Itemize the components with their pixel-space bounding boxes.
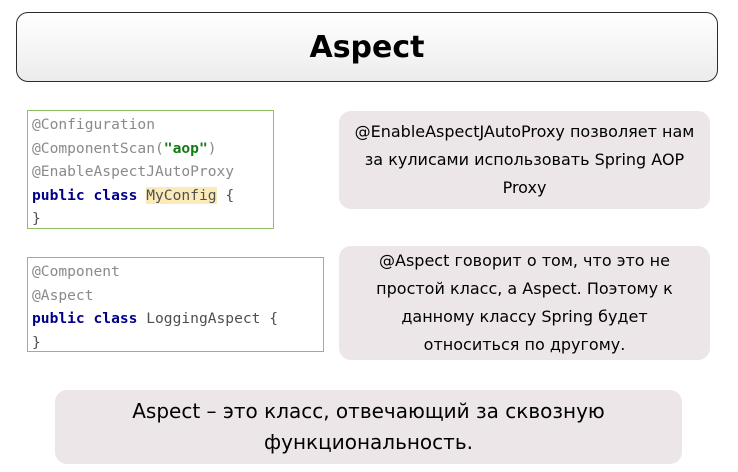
component-scan-close: ) <box>207 139 217 157</box>
page-title: Aspect <box>309 29 425 65</box>
code-line-component: @Component <box>32 263 120 280</box>
aspect-code-snippet: @Component @Aspect public class LoggingA… <box>27 257 324 352</box>
note-aspect-definition-text: Aspect – это класс, отвечающий за сквозн… <box>132 399 605 454</box>
aspect-class-name: LoggingAspect { <box>137 310 279 327</box>
class-keyword: public class <box>32 186 138 204</box>
note-enable-proxy: @EnableAspectJAutoProxy позволяет нам за… <box>339 111 710 209</box>
class-open-brace: { <box>216 186 235 204</box>
component-scan-package: "aop" <box>163 139 208 157</box>
note-enable-proxy-text: @EnableAspectJAutoProxy позволяет нам за… <box>354 122 695 197</box>
class-name-highlighted: MyConfig <box>146 186 217 204</box>
note-aspect-definition: Aspect – это класс, отвечающий за сквозн… <box>55 390 682 464</box>
class-space <box>137 187 146 204</box>
code-line-enable-aspectj: @EnableAspectJAutoProxy <box>32 163 235 180</box>
code-line-aspect-close-brace: } <box>32 333 41 351</box>
code-line-aspect-class-declaration: public class LoggingAspect { <box>32 307 319 331</box>
code-line-close-brace: } <box>32 210 41 227</box>
code-line-aspect: @Aspect <box>32 286 94 304</box>
config-code-snippet: @Configuration @ComponentScan("aop") @En… <box>27 110 274 229</box>
code-line-component-scan: @ComponentScan("aop") <box>32 137 269 161</box>
code-line-class-declaration: public class MyConfig { <box>32 184 269 208</box>
note-aspect-annotation-text: @Aspect говорит о том, что это не просто… <box>376 251 673 354</box>
aspect-class-keyword: public class <box>32 310 138 327</box>
title-banner: Aspect <box>16 12 718 82</box>
component-scan-annotation: @ComponentScan( <box>32 139 164 157</box>
code-line-configuration: @Configuration <box>32 116 156 133</box>
note-aspect-annotation: @Aspect говорит о том, что это не просто… <box>339 246 710 360</box>
